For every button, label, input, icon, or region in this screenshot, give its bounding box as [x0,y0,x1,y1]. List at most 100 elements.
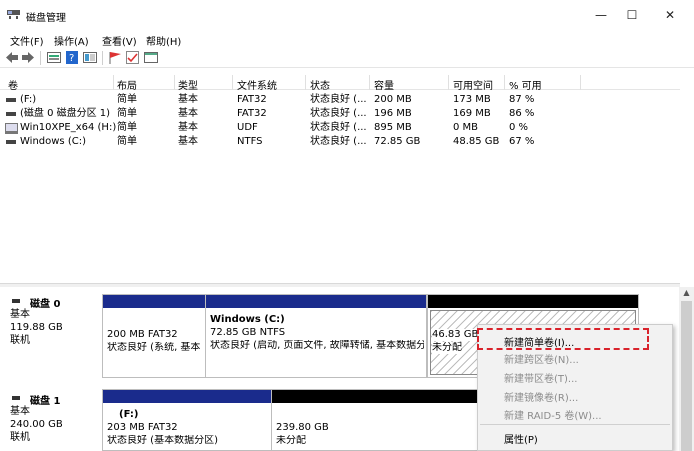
column-header-filesystem[interactable]: 文件系统 [237,77,277,92]
column-divider[interactable] [232,75,233,90]
volume-name: Windows (C:) [20,136,86,147]
disk-status: 联机 [10,335,30,346]
volume-name: (磁盘 0 磁盘分区 1) [20,108,111,119]
menu-file[interactable]: 文件(F) [10,33,44,48]
disk-name: 磁盘 1 [30,396,61,407]
volume-list-header: 卷 布局 类型 文件系统 状态 容量 可用空间 % 可用 [0,75,680,92]
vertical-scrollbar[interactable]: ▲ [679,287,694,451]
status-cell: 状态良好 (... [310,122,367,133]
menu-help[interactable]: 帮助(H) [146,33,181,48]
table-row[interactable]: Windows (C:) 简单 基本 NTFS 状态良好 (... 72.85 … [0,136,680,148]
capacity-cell: 72.85 GB [374,136,421,147]
console-icon[interactable] [144,51,158,64]
type-cell: 基本 [178,108,198,119]
minimize-button[interactable]: — [586,5,616,25]
table-row[interactable]: Win10XPE_x64 (H:) 简单 基本 UDF 状态良好 (... 89… [0,122,680,134]
column-divider[interactable] [113,75,114,90]
menu-item-properties[interactable]: 属性(P) [504,431,538,446]
free-space-cell: 0 MB [453,122,479,133]
type-cell: 基本 [178,122,198,133]
properties-icon[interactable] [83,51,97,64]
capacity-cell: 196 MB [374,108,412,119]
pane-splitter[interactable] [0,283,680,287]
table-row[interactable]: (F:) 简单 基本 FAT32 状态良好 (... 200 MB 173 MB… [0,94,680,106]
partition-status: 状态良好 (系统, 基本 [107,342,201,353]
cd-drive-icon [5,123,18,134]
scroll-up-icon[interactable]: ▲ [679,287,694,299]
volume-name: Win10XPE_x64 (H:) [20,122,117,133]
free-space-cell: 173 MB [453,94,491,105]
column-divider[interactable] [580,75,581,90]
disk-icon [12,396,20,400]
column-header-layout[interactable]: 布局 [117,77,137,92]
column-header-status[interactable]: 状态 [310,77,330,92]
close-button[interactable]: ✕ [655,5,685,25]
partition-name: (F:) [119,409,139,420]
disk-management-icon [7,10,20,19]
capacity-cell: 200 MB [374,94,412,105]
menu-item-new-spanned-volume[interactable]: 新建跨区卷(N)... [504,351,579,366]
drive-icon [6,98,16,102]
filesystem-cell: NTFS [237,136,263,147]
forward-icon[interactable] [22,51,34,64]
column-divider[interactable] [369,75,370,90]
partition-status: 未分配 [432,342,462,354]
menu-item-new-mirrored-volume[interactable]: 新建镜像卷(R)... [504,389,578,404]
partition-bar [103,390,271,403]
column-header-free-space[interactable]: 可用空间 [453,77,493,92]
menu-item-new-raid5-volume[interactable]: 新建 RAID-5 卷(W)... [504,407,602,422]
disk-0-label[interactable]: 磁盘 0 基本 119.88 GB 联机 [0,293,100,377]
filesystem-cell: UDF [237,122,258,133]
percent-free-cell: 67 % [509,136,535,147]
partition-size: 200 MB FAT32 [107,329,178,340]
filesystem-cell: FAT32 [237,108,267,119]
column-divider[interactable] [174,75,175,90]
svg-text:?: ? [69,53,74,64]
column-header-percent-free[interactable]: % 可用 [509,77,542,92]
column-divider[interactable] [305,75,306,90]
scroll-thumb[interactable] [681,301,692,451]
maximize-button[interactable]: ☐ [617,5,647,25]
menu-item-new-striped-volume[interactable]: 新建带区卷(T)... [504,370,577,385]
column-divider[interactable] [504,75,505,90]
column-header-volume[interactable]: 卷 [8,77,18,92]
disk-type: 基本 [10,309,30,320]
title-bar: 磁盘管理 — ☐ ✕ [0,0,694,30]
layout-cell: 简单 [117,108,137,119]
percent-free-cell: 86 % [509,108,535,119]
partition-status: 状态良好 (基本数据分区) [107,435,218,446]
free-space-cell: 169 MB [453,108,491,119]
column-header-type[interactable]: 类型 [178,77,198,92]
toolbar: ? [0,48,694,68]
type-cell: 基本 [178,136,198,147]
free-space-cell: 48.85 GB [453,136,500,147]
disk-list-icon[interactable] [47,51,61,64]
check-icon[interactable] [126,51,139,64]
back-icon[interactable] [6,51,18,64]
column-header-capacity[interactable]: 容量 [374,77,394,92]
percent-free-cell: 0 % [509,122,529,133]
volume-name: (F:) [20,94,37,105]
column-divider[interactable] [448,75,449,90]
table-row[interactable]: (磁盘 0 磁盘分区 1) 简单 基本 FAT32 状态良好 (... 196 … [0,108,680,120]
menu-bar: 文件(F) 操作(A) 查看(V) 帮助(H) [0,30,694,48]
disk-1-label[interactable]: 磁盘 1 基本 240.00 GB 联机 [0,390,100,451]
type-cell: 基本 [178,94,198,105]
partition-f[interactable]: (F:) 203 MB FAT32 状态良好 (基本数据分区) [102,389,272,451]
partition-bar [103,295,205,308]
partition-system[interactable]: 200 MB FAT32 状态良好 (系统, 基本 [102,294,206,378]
menu-view[interactable]: 查看(V) [102,33,137,48]
status-cell: 状态良好 (... [310,94,367,105]
flag-icon[interactable] [108,51,122,64]
disk-status: 联机 [10,432,30,443]
help-icon[interactable]: ? [66,51,78,64]
partition-size: 203 MB FAT32 [107,422,178,433]
layout-cell: 简单 [117,94,137,105]
partition-windows-c[interactable]: Windows (C:) 72.85 GB NTFS 状态良好 (启动, 页面文… [205,294,427,378]
menu-action[interactable]: 操作(A) [54,33,89,48]
partition-name: Windows (C:) [210,314,285,325]
partition-size: 46.83 GB [432,329,479,341]
drive-icon [6,112,16,116]
menu-separator [480,424,670,425]
status-cell: 状态良好 (... [310,108,367,119]
